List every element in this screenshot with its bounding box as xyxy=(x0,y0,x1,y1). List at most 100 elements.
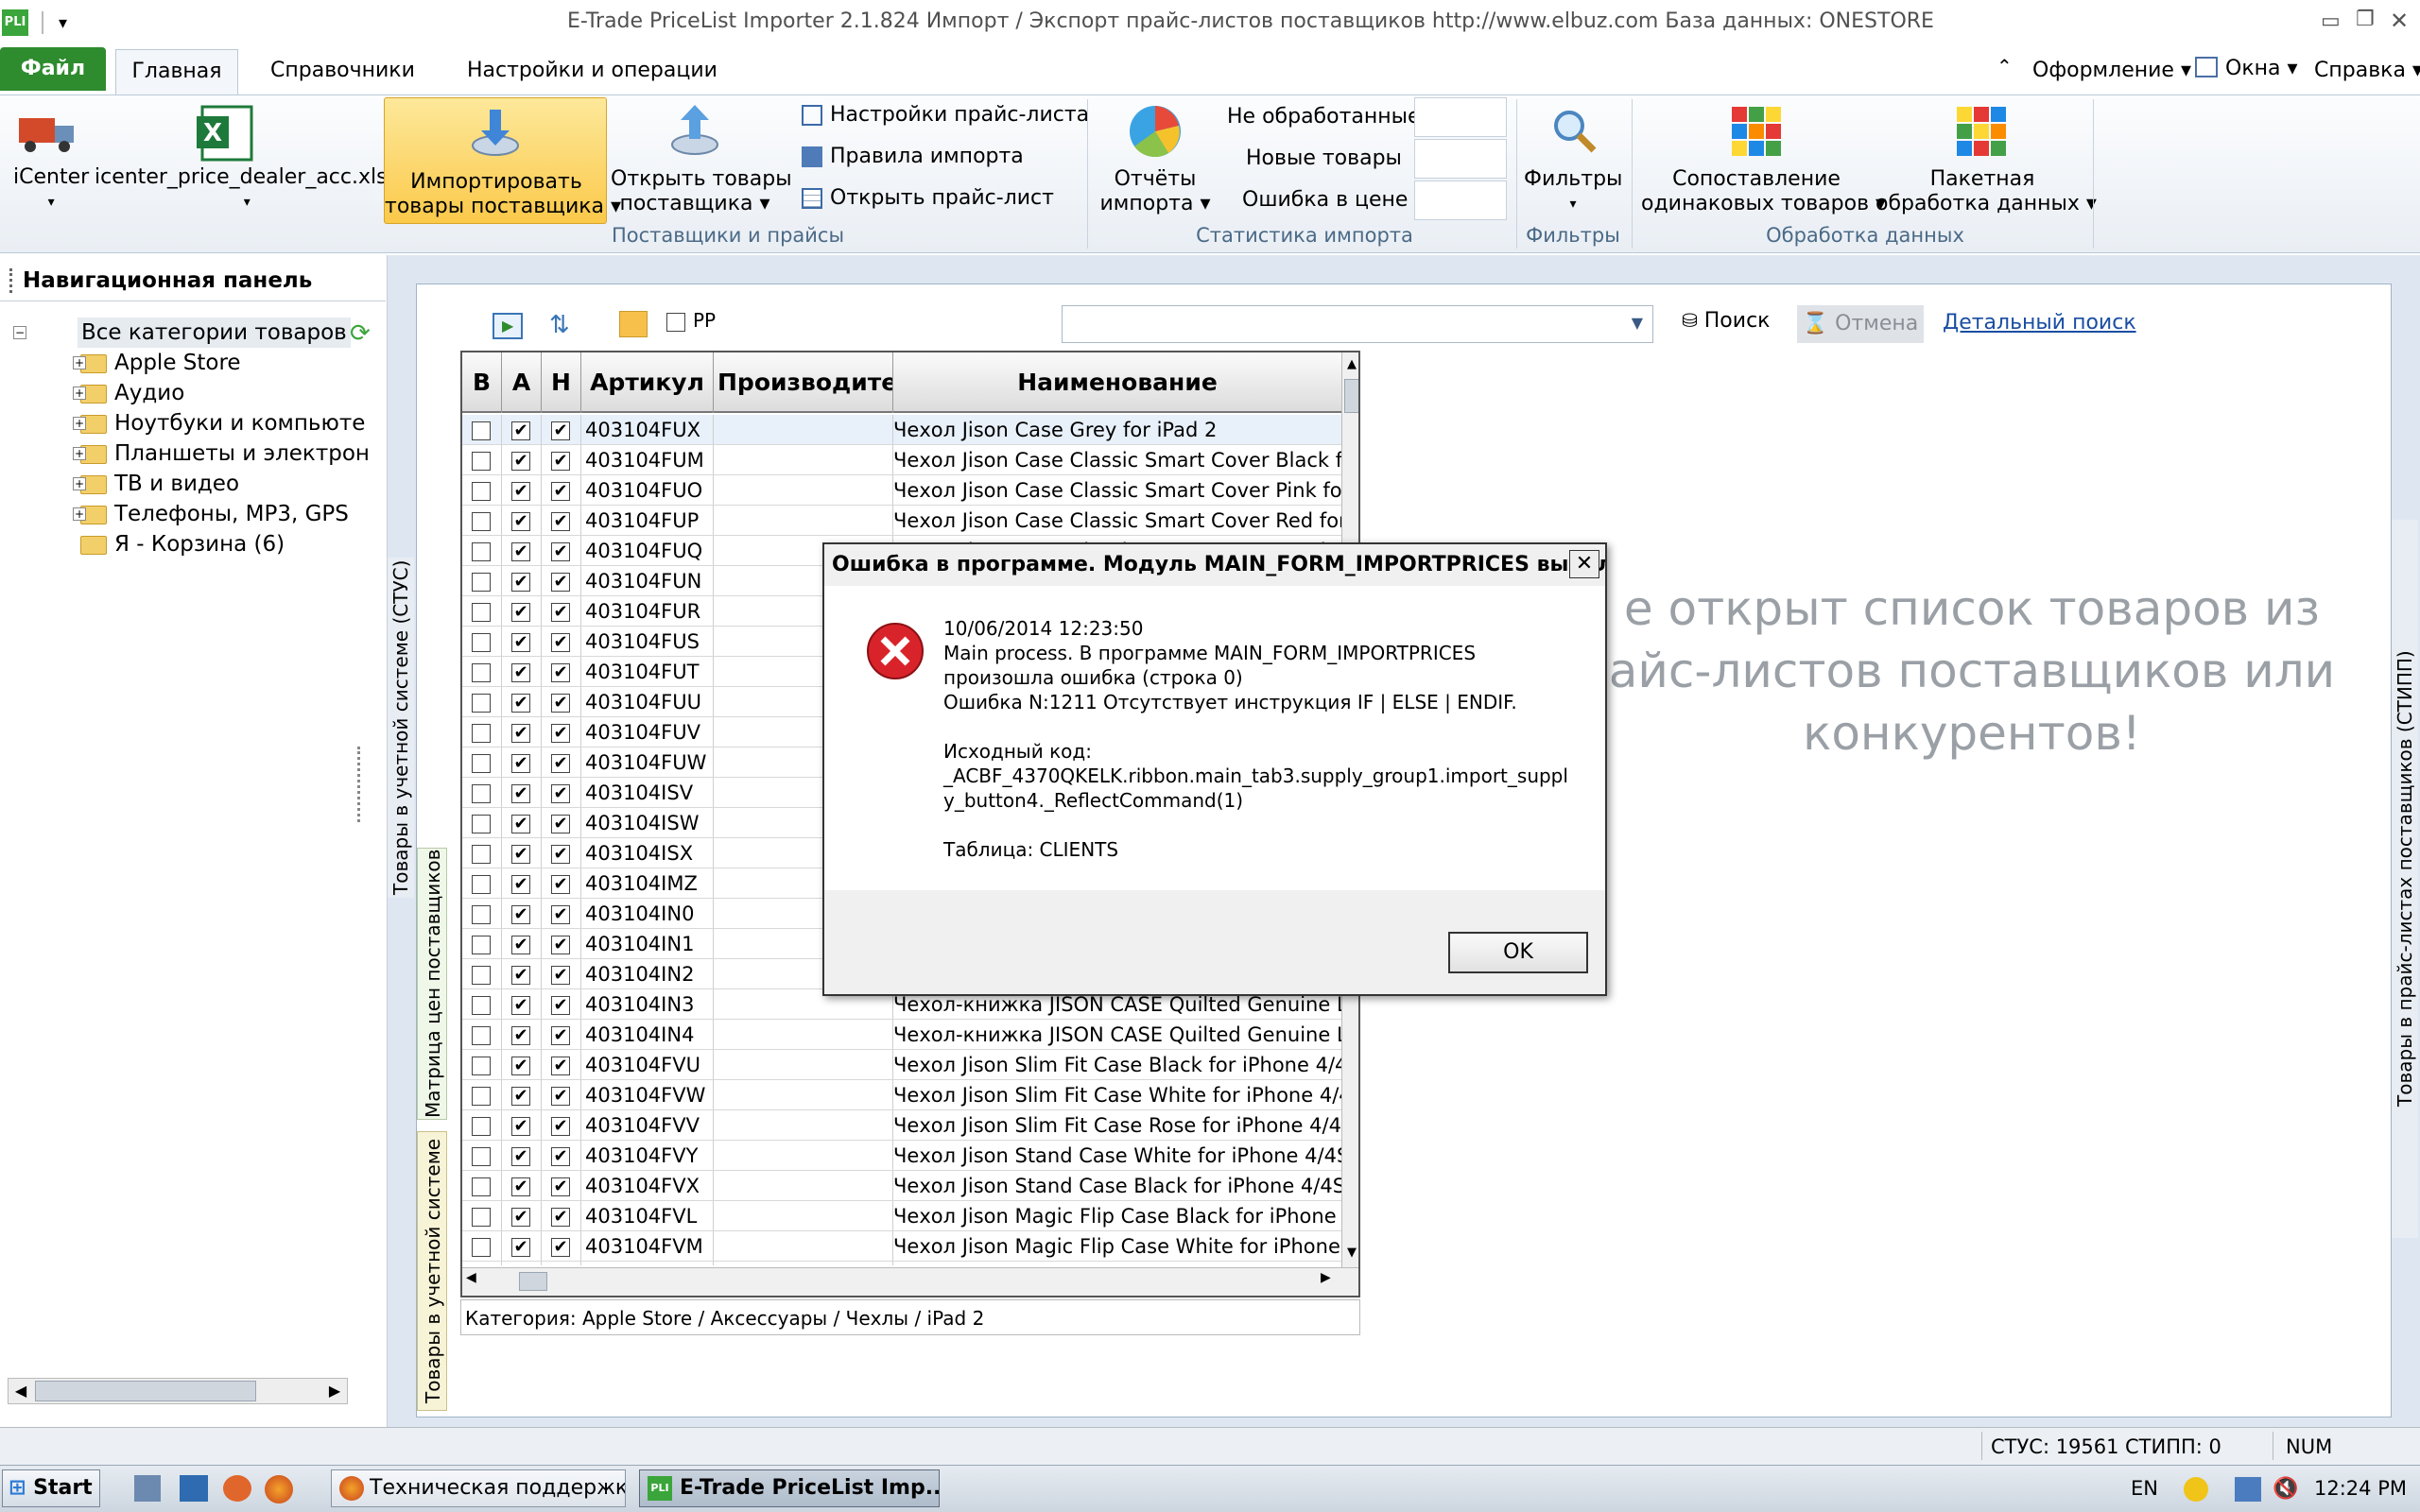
checkbox-v[interactable] xyxy=(472,573,491,592)
table-row[interactable]: ✔ ✔ 403104FVM Чехол Jison Magic Flip Case W… xyxy=(462,1231,1341,1262)
checkbox-a[interactable]: ✔ xyxy=(511,633,530,652)
tab-accounting-goods-stus[interactable]: Товары в учетной системе (СТУС) xyxy=(388,558,414,898)
scroll-thumb[interactable] xyxy=(35,1381,256,1401)
filters-button[interactable]: Фильтры ▾ xyxy=(1524,167,1622,216)
checkbox-n[interactable]: ✔ xyxy=(551,1147,570,1166)
ok-button[interactable]: OK xyxy=(1448,932,1588,973)
checkbox-a[interactable]: ✔ xyxy=(511,996,530,1015)
checkbox-v[interactable] xyxy=(472,694,491,713)
tab-home[interactable]: Главная xyxy=(115,49,238,96)
refresh-icon[interactable]: ⟳ xyxy=(350,319,371,348)
checkbox-v[interactable] xyxy=(472,512,491,531)
tree-root-all-categories[interactable]: Все категории товаров xyxy=(78,318,351,348)
grid-toolbar-icon-1[interactable]: ▶ xyxy=(493,313,523,339)
checkbox-n[interactable]: ✔ xyxy=(551,1026,570,1045)
pp-checkbox[interactable] xyxy=(666,313,685,332)
checkbox-v[interactable] xyxy=(472,1177,491,1196)
scroll-right-icon[interactable]: ▶ xyxy=(322,1379,347,1403)
table-row[interactable]: ✔ ✔ 403104FVY Чехол Jison Stand Case White … xyxy=(462,1141,1341,1171)
scroll-thumb[interactable] xyxy=(1344,379,1358,413)
scroll-down-icon[interactable]: ▼ xyxy=(1342,1241,1358,1265)
checkbox-n[interactable]: ✔ xyxy=(551,815,570,833)
tab-settings[interactable]: Настройки и операции xyxy=(467,59,717,82)
checkbox-a[interactable]: ✔ xyxy=(511,724,530,743)
checkbox-v[interactable] xyxy=(472,421,491,440)
taskbar-item-support[interactable]: Техническая поддержк... xyxy=(331,1469,626,1507)
tray-network-icon[interactable] xyxy=(2235,1477,2261,1502)
checkbox-n[interactable]: ✔ xyxy=(551,542,570,561)
checkbox-v[interactable] xyxy=(472,1087,491,1106)
tree-item-basket[interactable]: Я - Корзина (6) xyxy=(80,529,285,559)
checkbox-v[interactable] xyxy=(472,724,491,743)
scroll-left-icon[interactable]: ◀ xyxy=(9,1379,33,1403)
scroll-thumb[interactable] xyxy=(519,1272,547,1291)
checkbox-n[interactable]: ✔ xyxy=(551,996,570,1015)
header-col-article[interactable]: Артикул xyxy=(581,352,714,413)
checkbox-a[interactable]: ✔ xyxy=(511,573,530,592)
checkbox-a[interactable]: ✔ xyxy=(511,815,530,833)
checkbox-a[interactable]: ✔ xyxy=(511,1087,530,1106)
search-combo[interactable]: ▼ xyxy=(1062,305,1653,343)
checkbox-v[interactable] xyxy=(472,936,491,954)
checkbox-n[interactable]: ✔ xyxy=(551,633,570,652)
checkbox-n[interactable]: ✔ xyxy=(551,512,570,531)
quicklaunch-icon-3[interactable] xyxy=(223,1475,251,1502)
tree-item-audio[interactable]: + Аудио xyxy=(73,378,184,408)
header-col-v[interactable]: В xyxy=(462,352,502,413)
checkbox-n[interactable]: ✔ xyxy=(551,482,570,501)
checkbox-n[interactable]: ✔ xyxy=(551,1117,570,1136)
import-reports-button[interactable]: Отчёты импорта ▾ xyxy=(1097,167,1214,216)
plus-icon[interactable]: + xyxy=(73,507,86,521)
checkbox-n[interactable]: ✔ xyxy=(551,1208,570,1227)
pricelist-settings-button[interactable]: Настройки прайс-листа xyxy=(802,103,1089,127)
supplier-button[interactable]: iCenter ▾ xyxy=(13,165,89,215)
checkbox-n[interactable]: ✔ xyxy=(551,936,570,954)
checkbox-a[interactable]: ✔ xyxy=(511,905,530,924)
checkbox-a[interactable]: ✔ xyxy=(511,966,530,985)
table-row[interactable]: ✔ ✔ 403104FUO Чехол Jison Case Classic Smar… xyxy=(462,475,1341,506)
menu-windows[interactable]: Окна ▾ xyxy=(2225,57,2298,80)
checkbox-v[interactable] xyxy=(472,815,491,833)
checkbox-n[interactable]: ✔ xyxy=(551,1238,570,1257)
tree-root-expander[interactable]: − xyxy=(13,326,26,339)
table-row[interactable]: ✔ ✔ 403104IN4 Чехол-книжка JISON CASE Quilt… xyxy=(462,1020,1341,1050)
qat-dropdown-icon[interactable]: ▾ xyxy=(59,13,67,33)
search-button[interactable]: ⛁ Поиск xyxy=(1682,309,1770,333)
quicklaunch-icon-2[interactable] xyxy=(180,1475,208,1502)
checkbox-v[interactable] xyxy=(472,966,491,985)
tray-icon-1[interactable] xyxy=(2184,1477,2208,1502)
app-icon[interactable]: PLI xyxy=(2,9,28,36)
plus-icon[interactable]: + xyxy=(73,477,86,490)
cancel-button[interactable]: ⌛ Отмена xyxy=(1797,305,1924,343)
checkbox-v[interactable] xyxy=(472,996,491,1015)
firefox-icon[interactable] xyxy=(265,1475,293,1503)
header-col-a[interactable]: А xyxy=(502,352,542,413)
checkbox-n[interactable]: ✔ xyxy=(551,603,570,622)
pricelist-file-button[interactable]: icenter_price_dealer_acc.xlsx ▾ xyxy=(95,165,400,215)
checkbox-n[interactable]: ✔ xyxy=(551,724,570,743)
grid-toolbar-icon-2[interactable]: ⇅ xyxy=(549,311,570,339)
checkbox-v[interactable] xyxy=(472,482,491,501)
checkbox-n[interactable]: ✔ xyxy=(551,1087,570,1106)
checkbox-n[interactable]: ✔ xyxy=(551,784,570,803)
tab-price-matrix[interactable]: Матрица цен поставщиков xyxy=(417,848,447,1120)
tab-right-supplier-goods[interactable]: Товары в прайс-листах поставщиков (СТИПП… xyxy=(2392,520,2418,1238)
table-row[interactable]: ✔ ✔ 403104FVX Чехол Jison Stand Case Black … xyxy=(462,1171,1341,1201)
plus-icon[interactable]: + xyxy=(73,417,86,430)
checkbox-a[interactable]: ✔ xyxy=(511,1026,530,1045)
checkbox-n[interactable]: ✔ xyxy=(551,754,570,773)
checkbox-v[interactable] xyxy=(472,754,491,773)
checkbox-a[interactable]: ✔ xyxy=(511,694,530,713)
checkbox-a[interactable]: ✔ xyxy=(511,452,530,471)
checkbox-n[interactable]: ✔ xyxy=(551,905,570,924)
scroll-right-icon[interactable]: ▶ xyxy=(1321,1270,1331,1285)
checkbox-a[interactable]: ✔ xyxy=(511,1147,530,1166)
checkbox-a[interactable]: ✔ xyxy=(511,1177,530,1196)
table-row[interactable]: ✔✔403104FV9Чехол Jison Fashion Flip Case… xyxy=(462,1262,1341,1265)
checkbox-n[interactable]: ✔ xyxy=(551,1057,570,1075)
chevron-down-icon[interactable]: ▼ xyxy=(1632,314,1643,332)
table-row[interactable]: ✔ ✔ 403104FVL Чехол Jison Magic Flip Case B… xyxy=(462,1201,1341,1231)
checkbox-a[interactable]: ✔ xyxy=(511,421,530,440)
plus-icon[interactable]: + xyxy=(73,387,86,400)
checkbox-v[interactable] xyxy=(472,784,491,803)
